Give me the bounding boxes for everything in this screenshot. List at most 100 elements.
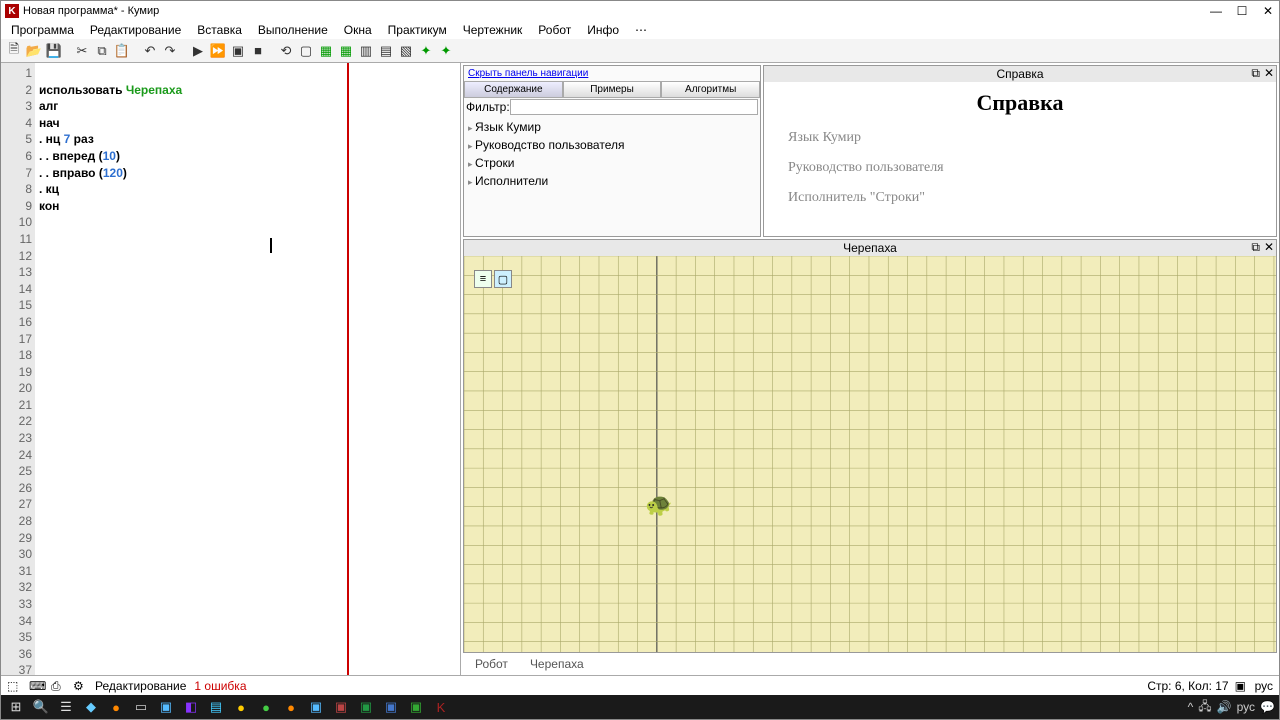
help-nav-panel: Скрыть панель навигации Содержание Приме… [463, 65, 761, 237]
detach-icon[interactable]: ⧉ [1251, 66, 1260, 81]
tree-item[interactable]: Строки [468, 154, 756, 172]
os-taskbar: ⊞ 🔍 ☰ ◆ ● ▭ ▣ ◧ ▤ ● ● ● ▣ ▣ ▣ ▣ ▣ K ^ 🖧 … [1, 695, 1279, 719]
code-area[interactable]: использовать Черепаха алг нач . нц 7 раз… [35, 63, 460, 675]
paste-icon[interactable]: 📋 [113, 42, 131, 60]
panel2-icon[interactable]: ▤ [377, 42, 395, 60]
task-item[interactable]: ● [105, 697, 127, 717]
code-editor[interactable]: 1234567891011121314151617181920212223242… [1, 63, 461, 675]
start-button[interactable]: ⊞ [5, 697, 27, 717]
task-item[interactable]: ▣ [355, 697, 377, 717]
cursor-position: Стр: 6, Кол: 17 [1147, 679, 1228, 693]
minimize-button[interactable]: — [1209, 4, 1223, 18]
step-icon[interactable]: ▣ [229, 42, 247, 60]
task-item[interactable]: ● [255, 697, 277, 717]
help-link[interactable]: Руководство пользователя [788, 160, 1252, 176]
task-item[interactable]: ◧ [180, 697, 202, 717]
toolbar: 🗎📂💾✂⧉📋↶↷▶⏩▣■⟲▢▦▦▥▤▧✦✦ [1, 39, 1279, 63]
search-icon[interactable]: 🔍 [30, 697, 52, 717]
green1-icon[interactable]: ▦ [317, 42, 335, 60]
stop-icon[interactable]: ■ [249, 42, 267, 60]
code-line: кон [39, 199, 59, 213]
task-item[interactable]: ▭ [130, 697, 152, 717]
help-link[interactable]: Язык Кумир [788, 130, 1252, 146]
run-fast-icon[interactable]: ⏩ [209, 42, 227, 60]
help-link[interactable]: Исполнитель "Строки" [788, 190, 1252, 206]
menu-item[interactable]: Редактирование [84, 22, 187, 38]
code-module: Черепаха [126, 83, 182, 97]
filter-input[interactable] [510, 99, 758, 115]
task-item[interactable]: ● [230, 697, 252, 717]
task-item[interactable]: ▣ [380, 697, 402, 717]
turtle-pane-title: Черепаха ⧉ ✕ [464, 240, 1276, 256]
cut-icon[interactable]: ✂ [73, 42, 91, 60]
line-gutter: 1234567891011121314151617181920212223242… [1, 63, 35, 675]
task-item[interactable]: K [430, 697, 452, 717]
taskview-icon[interactable]: ☰ [55, 697, 77, 717]
run-icon[interactable]: ▶ [189, 42, 207, 60]
exec-tab-robot[interactable]: Робот [467, 656, 516, 672]
menu-item[interactable]: Чертежник [457, 22, 529, 38]
undo-icon[interactable]: ↶ [141, 42, 159, 60]
bug2-icon[interactable]: ✦ [437, 42, 455, 60]
turtle-panel: Черепаха ⧉ ✕ ≡ ▢ 🐢 [463, 239, 1277, 653]
menu-item[interactable]: Практикум [382, 22, 453, 38]
detach-icon[interactable]: ⧉ [1251, 240, 1260, 255]
tree-item[interactable]: Руководство пользователя [468, 136, 756, 154]
panel1-icon[interactable]: ▥ [357, 42, 375, 60]
hide-nav-link[interactable]: Скрыть панель навигации [464, 66, 760, 81]
placeholder-icon[interactable]: ▢ [297, 42, 315, 60]
tray-chevron-icon[interactable]: ^ [1188, 700, 1194, 714]
copy-icon[interactable]: ⧉ [93, 42, 111, 60]
menu-item[interactable]: Выполнение [252, 22, 334, 38]
code-line: . . вправо ( [39, 166, 103, 180]
tray-network-icon[interactable]: 🖧 [1198, 697, 1211, 718]
green2-icon[interactable]: ▦ [337, 42, 355, 60]
new-icon[interactable]: 🗎 [5, 42, 23, 60]
task-item[interactable]: ▣ [305, 697, 327, 717]
status-lang: рус [1255, 679, 1273, 693]
tray-volume-icon[interactable]: 🔊 [1217, 700, 1232, 714]
task-item[interactable]: ● [280, 697, 302, 717]
tab-contents[interactable]: Содержание [464, 81, 563, 98]
menu-item[interactable]: Программа [5, 22, 80, 38]
tab-examples[interactable]: Примеры [563, 81, 662, 98]
task-item[interactable]: ▣ [330, 697, 352, 717]
task-item[interactable]: ▣ [155, 697, 177, 717]
close-button[interactable]: ✕ [1261, 4, 1275, 18]
menu-item[interactable]: Робот [532, 22, 577, 38]
code-line: . нц [39, 132, 64, 146]
maximize-button[interactable]: ☐ [1235, 4, 1249, 18]
code-line: алг [39, 99, 58, 113]
menu-item[interactable]: Инфо [581, 22, 625, 38]
panel3-icon[interactable]: ▧ [397, 42, 415, 60]
redo-icon[interactable]: ↷ [161, 42, 179, 60]
close-icon[interactable]: ✕ [1264, 66, 1274, 81]
open-icon[interactable]: 📂 [25, 42, 43, 60]
help-heading: Справка [788, 90, 1252, 116]
code-line: . кц [39, 182, 59, 196]
task-item[interactable]: ▤ [205, 697, 227, 717]
turtle-tool-show[interactable]: ▢ [494, 270, 512, 288]
menu-item[interactable]: ⋯ [629, 22, 653, 38]
code-line: нач [39, 116, 60, 130]
turtle-stage[interactable]: ≡ ▢ 🐢 [464, 256, 1276, 652]
save-icon[interactable]: 💾 [45, 42, 63, 60]
tree-item[interactable]: Язык Кумир [468, 118, 756, 136]
tree-item[interactable]: Исполнители [468, 172, 756, 190]
reload-icon[interactable]: ⟲ [277, 42, 295, 60]
help-tree: Язык КумирРуководство пользователяСтроки… [464, 116, 760, 192]
close-icon[interactable]: ✕ [1264, 240, 1274, 255]
turtle-icon: 🐢 [645, 492, 672, 518]
executor-tabs: Робот Черепаха [463, 655, 1277, 673]
tray-lang[interactable]: рус [1237, 700, 1255, 714]
status-icon: ⎙ [51, 679, 65, 693]
tab-algorithms[interactable]: Алгоритмы [661, 81, 760, 98]
exec-tab-turtle[interactable]: Черепаха [522, 656, 592, 672]
menu-item[interactable]: Окна [338, 22, 378, 38]
tray-notifications-icon[interactable]: 💬 [1260, 700, 1275, 714]
bug1-icon[interactable]: ✦ [417, 42, 435, 60]
turtle-tool-menu[interactable]: ≡ [474, 270, 492, 288]
menu-item[interactable]: Вставка [191, 22, 248, 38]
task-item[interactable]: ◆ [80, 697, 102, 717]
task-item[interactable]: ▣ [405, 697, 427, 717]
